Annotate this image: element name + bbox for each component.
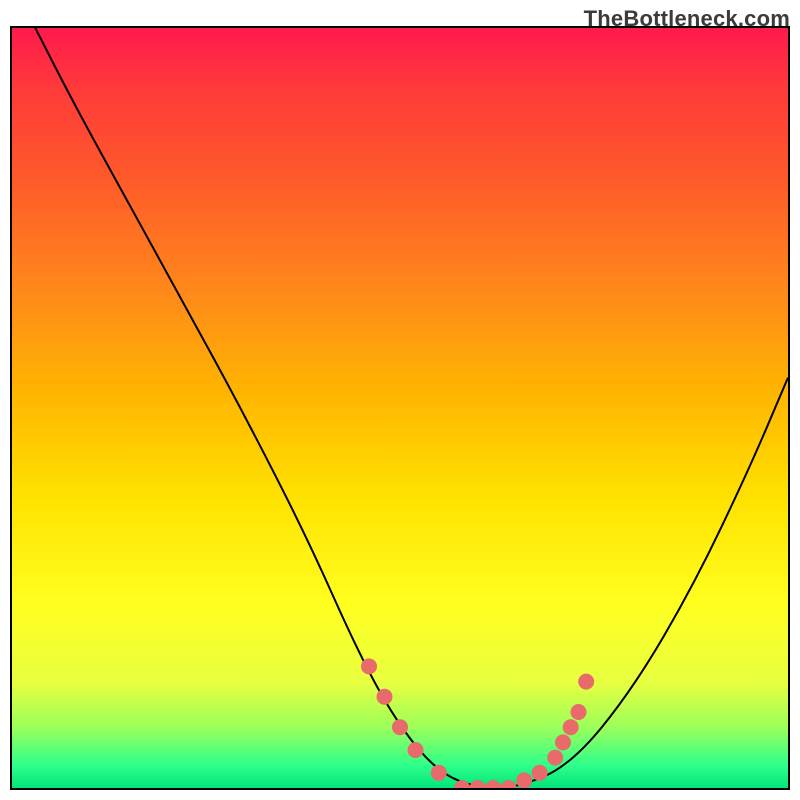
plot-area [10, 26, 790, 790]
highlight-dot [501, 780, 517, 788]
highlight-dot [361, 658, 377, 674]
highlight-dot [555, 734, 571, 750]
highlight-dot [516, 772, 532, 788]
highlight-dot [571, 704, 587, 720]
highlight-dot [547, 750, 563, 766]
highlight-dot [408, 742, 424, 758]
highlight-dot [532, 765, 548, 781]
highlight-dot [485, 780, 501, 788]
watermark-text: TheBottleneck.com [584, 6, 790, 32]
chart-overlay-svg [12, 28, 788, 788]
highlight-dot [431, 765, 447, 781]
highlight-dot [377, 689, 393, 705]
chart-frame: TheBottleneck.com [0, 0, 800, 800]
highlight-dot [563, 719, 579, 735]
highlight-dot [454, 780, 470, 788]
highlight-dot [470, 780, 486, 788]
highlight-dot [578, 674, 594, 690]
bottleneck-curve [35, 28, 788, 788]
highlight-dot [392, 719, 408, 735]
